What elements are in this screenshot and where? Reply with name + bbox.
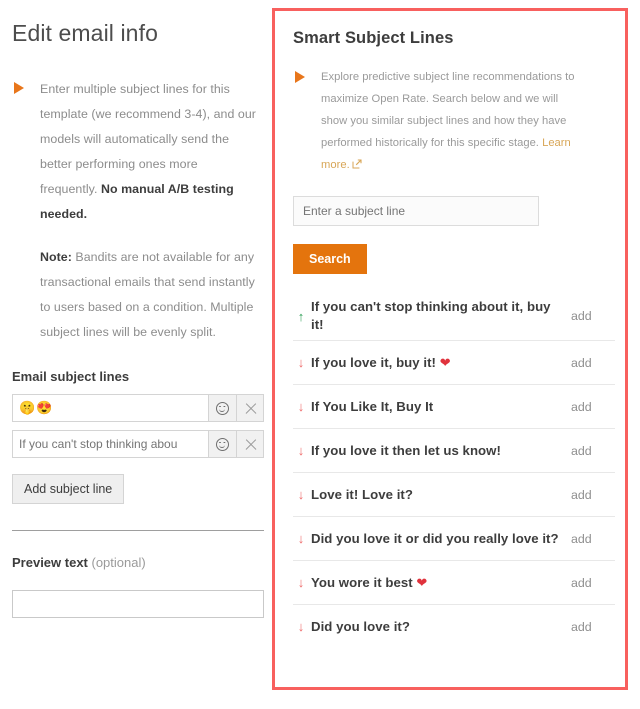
result-row[interactable]: ↓ If You Like It, Buy It add [293, 384, 615, 428]
emoji-picker-icon[interactable] [208, 394, 236, 422]
add-subject-line-link[interactable]: add [571, 620, 615, 634]
trend-up-icon: ↑ [297, 308, 305, 324]
subject-line-row [12, 394, 264, 422]
callout-p2-text: Bandits are not available for any transa… [40, 250, 255, 339]
add-subject-line-link[interactable]: add [571, 309, 615, 323]
description-paragraph: Explore predictive subject line recommen… [321, 66, 583, 176]
callout-p1-text: Enter multiple subject lines for this te… [40, 82, 256, 196]
search-subject-line-input[interactable] [293, 196, 539, 226]
result-row[interactable]: ↓ If you love it then let us know! add [293, 428, 615, 472]
page-title: Edit email info [12, 20, 158, 46]
result-subject-line: If you love it then let us know! [311, 442, 501, 458]
add-subject-line-link[interactable]: add [571, 444, 615, 458]
callout-paragraph-2: Note: Bandits are not available for any … [40, 245, 258, 345]
add-subject-line-link[interactable]: add [571, 356, 615, 370]
triangle-right-icon [295, 71, 305, 83]
preview-text-label-optional: (optional) [87, 555, 146, 570]
smart-subject-lines-title: Smart Subject Lines [293, 29, 454, 47]
add-subject-line-link[interactable]: add [571, 532, 615, 546]
result-row[interactable]: ↓ Did you love it or did you really love … [293, 516, 615, 560]
add-subject-line-link[interactable]: add [571, 400, 615, 414]
subject-line-input-2[interactable] [12, 430, 208, 458]
subject-line-results-list: ↑ If you can't stop thinking about it, bu… [293, 292, 615, 648]
result-subject-line: If you can't stop thinking about it, buy… [311, 299, 551, 332]
result-row[interactable]: ↓ Love it! Love it? add [293, 472, 615, 516]
smart-subject-lines-panel: Smart Subject Lines Explore predictive s… [272, 8, 628, 690]
result-row[interactable]: ↓ You wore it best ❤ add [293, 560, 615, 604]
result-subject-line: Did you love it? [311, 618, 410, 634]
email-subject-lines-label: Email subject lines [12, 369, 130, 384]
preview-text-input[interactable] [12, 590, 264, 618]
remove-subject-line-close-icon[interactable] [236, 394, 264, 422]
section-divider [12, 530, 264, 531]
smart-subject-lines-description: Explore predictive subject line recommen… [293, 66, 583, 176]
trend-down-icon: ↓ [297, 531, 305, 546]
callout-p2-bold: Note: [40, 250, 72, 264]
add-subject-line-link[interactable]: add [571, 488, 615, 502]
result-subject-line: Did you love it or did you really love i… [311, 530, 559, 546]
subject-line-row [12, 430, 264, 458]
result-subject-line: If You Like It, Buy It [311, 398, 434, 414]
subject-line-input-1[interactable] [12, 394, 208, 422]
description-text: Explore predictive subject line recommen… [321, 71, 575, 149]
trend-down-icon: ↓ [297, 575, 305, 590]
callout-paragraph-1: Enter multiple subject lines for this te… [40, 77, 258, 227]
search-button[interactable]: Search [293, 244, 367, 274]
result-subject-line: Love it! Love it? [311, 486, 413, 502]
add-subject-line-link[interactable]: add [571, 576, 615, 590]
result-row[interactable]: ↓ If you love it, buy it! ❤ add [293, 340, 615, 384]
trend-down-icon: ↓ [297, 619, 305, 634]
trend-down-icon: ↓ [297, 487, 305, 502]
triangle-right-icon [14, 82, 24, 94]
heart-icon: ❤ [416, 574, 428, 590]
result-row[interactable]: ↓ Did you love it? add [293, 604, 615, 648]
external-link-icon[interactable] [352, 159, 362, 169]
remove-subject-line-close-icon[interactable] [236, 430, 264, 458]
trend-down-icon: ↓ [297, 399, 305, 414]
trend-down-icon: ↓ [297, 355, 305, 370]
emoji-picker-icon[interactable] [208, 430, 236, 458]
page-root: Edit email info Enter multiple subject l… [0, 0, 640, 709]
preview-text-label: Preview text (optional) [12, 555, 260, 570]
result-subject-line: If you love it, buy it! ❤ [311, 354, 451, 370]
trend-down-icon: ↓ [297, 443, 305, 458]
add-subject-line-button[interactable]: Add subject line [12, 474, 125, 504]
bandits-info-callout: Enter multiple subject lines for this te… [12, 77, 258, 345]
heart-icon: ❤ [439, 354, 451, 370]
preview-text-label-bold: Preview text [12, 555, 88, 570]
edit-email-info-panel: Edit email info Enter multiple subject l… [0, 0, 272, 709]
result-row[interactable]: ↑ If you can't stop thinking about it, bu… [293, 292, 615, 340]
result-subject-line: You wore it best ❤ [311, 574, 428, 590]
